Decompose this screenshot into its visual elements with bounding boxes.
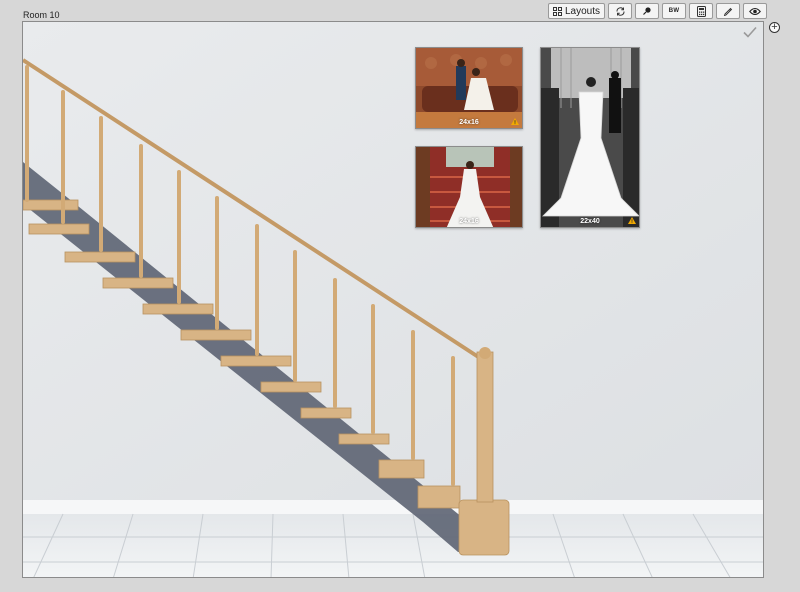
- room-canvas[interactable]: 24x16 24x16 22x40: [22, 21, 764, 578]
- eye-icon: [749, 7, 761, 15]
- plus-icon: +: [771, 21, 778, 33]
- grid-icon: [552, 6, 562, 16]
- pencil-icon: [723, 7, 733, 16]
- refresh-button[interactable]: [608, 3, 632, 19]
- calculator-button[interactable]: [689, 3, 713, 19]
- bride-dress-bw-photo: [541, 48, 639, 227]
- bride-on-stairs-photo: [416, 147, 522, 227]
- bw-button[interactable]: BW: [662, 3, 686, 19]
- refresh-icon: [616, 6, 624, 16]
- warning-icon: [511, 118, 519, 125]
- layouts-label: Layouts: [564, 5, 600, 17]
- couple-on-sofa-photo: [416, 48, 522, 128]
- floor: [23, 514, 763, 577]
- photo-frame[interactable]: 24x16: [415, 47, 523, 129]
- room-title: Room 10: [23, 10, 60, 20]
- frame-size-label: 24x16: [459, 119, 479, 126]
- frame-size-label: 22x40: [580, 218, 600, 225]
- room-scene: [23, 22, 763, 577]
- frame-size-label: 24x16: [459, 218, 479, 225]
- pin-icon: [643, 7, 651, 15]
- photo-frame[interactable]: 22x40: [540, 47, 640, 228]
- layouts-button[interactable]: Layouts: [547, 3, 605, 19]
- calculator-icon: [696, 5, 706, 17]
- check-icon[interactable]: [743, 26, 757, 38]
- pin-button[interactable]: [635, 3, 659, 19]
- photo-frame[interactable]: 24x16: [415, 146, 523, 228]
- warning-icon: [628, 217, 636, 224]
- pencil-button[interactable]: [716, 3, 740, 19]
- bw-label: BW: [668, 8, 680, 14]
- baseboard: [23, 500, 763, 514]
- add-button[interactable]: +: [769, 22, 780, 33]
- preview-button[interactable]: [743, 3, 767, 19]
- toolbar: Layouts BW: [547, 3, 767, 19]
